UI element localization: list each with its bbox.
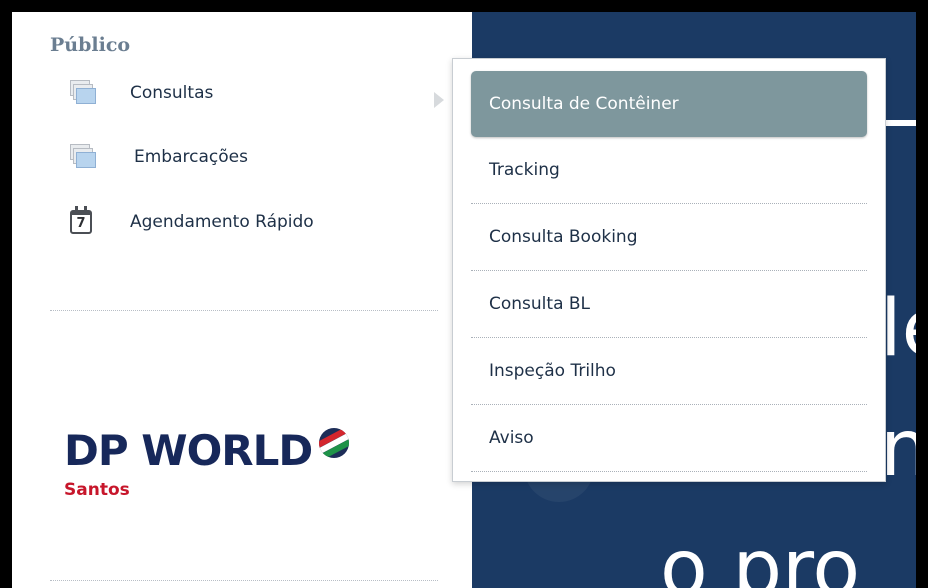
divider — [50, 580, 438, 581]
consultas-submenu: Consulta de Contêiner Tracking Consulta … — [452, 58, 886, 482]
stacked-pages-icon — [68, 80, 98, 106]
nav-item-label: Consultas — [130, 83, 214, 103]
divider — [50, 310, 438, 311]
submenu-item-aviso[interactable]: Aviso — [471, 405, 867, 472]
left-panel: Público Consultas Embarcações 7 Agendame… — [12, 12, 472, 588]
submenu-item-consulta-booking[interactable]: Consulta Booking — [471, 204, 867, 271]
submenu-item-label: Consulta Booking — [489, 227, 638, 247]
submenu-item-label: Consulta BL — [489, 294, 591, 314]
nav-item-label: Agendamento Rápido — [130, 212, 314, 232]
submenu-item-consulta-conteiner[interactable]: Consulta de Contêiner — [471, 71, 867, 137]
nav-item-agendamento-rapido[interactable]: 7 Agendamento Rápido — [70, 206, 314, 234]
decorative-bar — [882, 120, 916, 126]
submenu-item-inspecao-trilho[interactable]: Inspeção Trilho — [471, 338, 867, 405]
logo-sub-text: Santos — [64, 480, 130, 500]
nav-item-consultas[interactable]: Consultas — [68, 80, 213, 106]
submenu-item-label: Consulta de Contêiner — [489, 94, 679, 114]
chevron-right-icon — [434, 92, 444, 108]
section-title: Público — [50, 34, 131, 56]
nav-item-label: Embarcações — [134, 147, 248, 167]
nav-item-embarcacoes[interactable]: Embarcações — [68, 144, 248, 170]
dp-world-logo: DP WORLD Santos — [64, 426, 349, 500]
submenu-item-consulta-bl[interactable]: Consulta BL — [471, 271, 867, 338]
submenu-item-label: Aviso — [489, 428, 534, 448]
logo-main-text: DP WORLD — [64, 426, 313, 475]
submenu-item-label: Tracking — [489, 160, 560, 180]
globe-icon — [319, 428, 349, 458]
stacked-pages-icon — [68, 144, 98, 170]
submenu-item-tracking[interactable]: Tracking — [471, 137, 867, 204]
calendar-icon: 7 — [70, 206, 92, 234]
hero-text-line3: o pro — [660, 524, 861, 588]
submenu-item-label: Inspeção Trilho — [489, 361, 616, 381]
